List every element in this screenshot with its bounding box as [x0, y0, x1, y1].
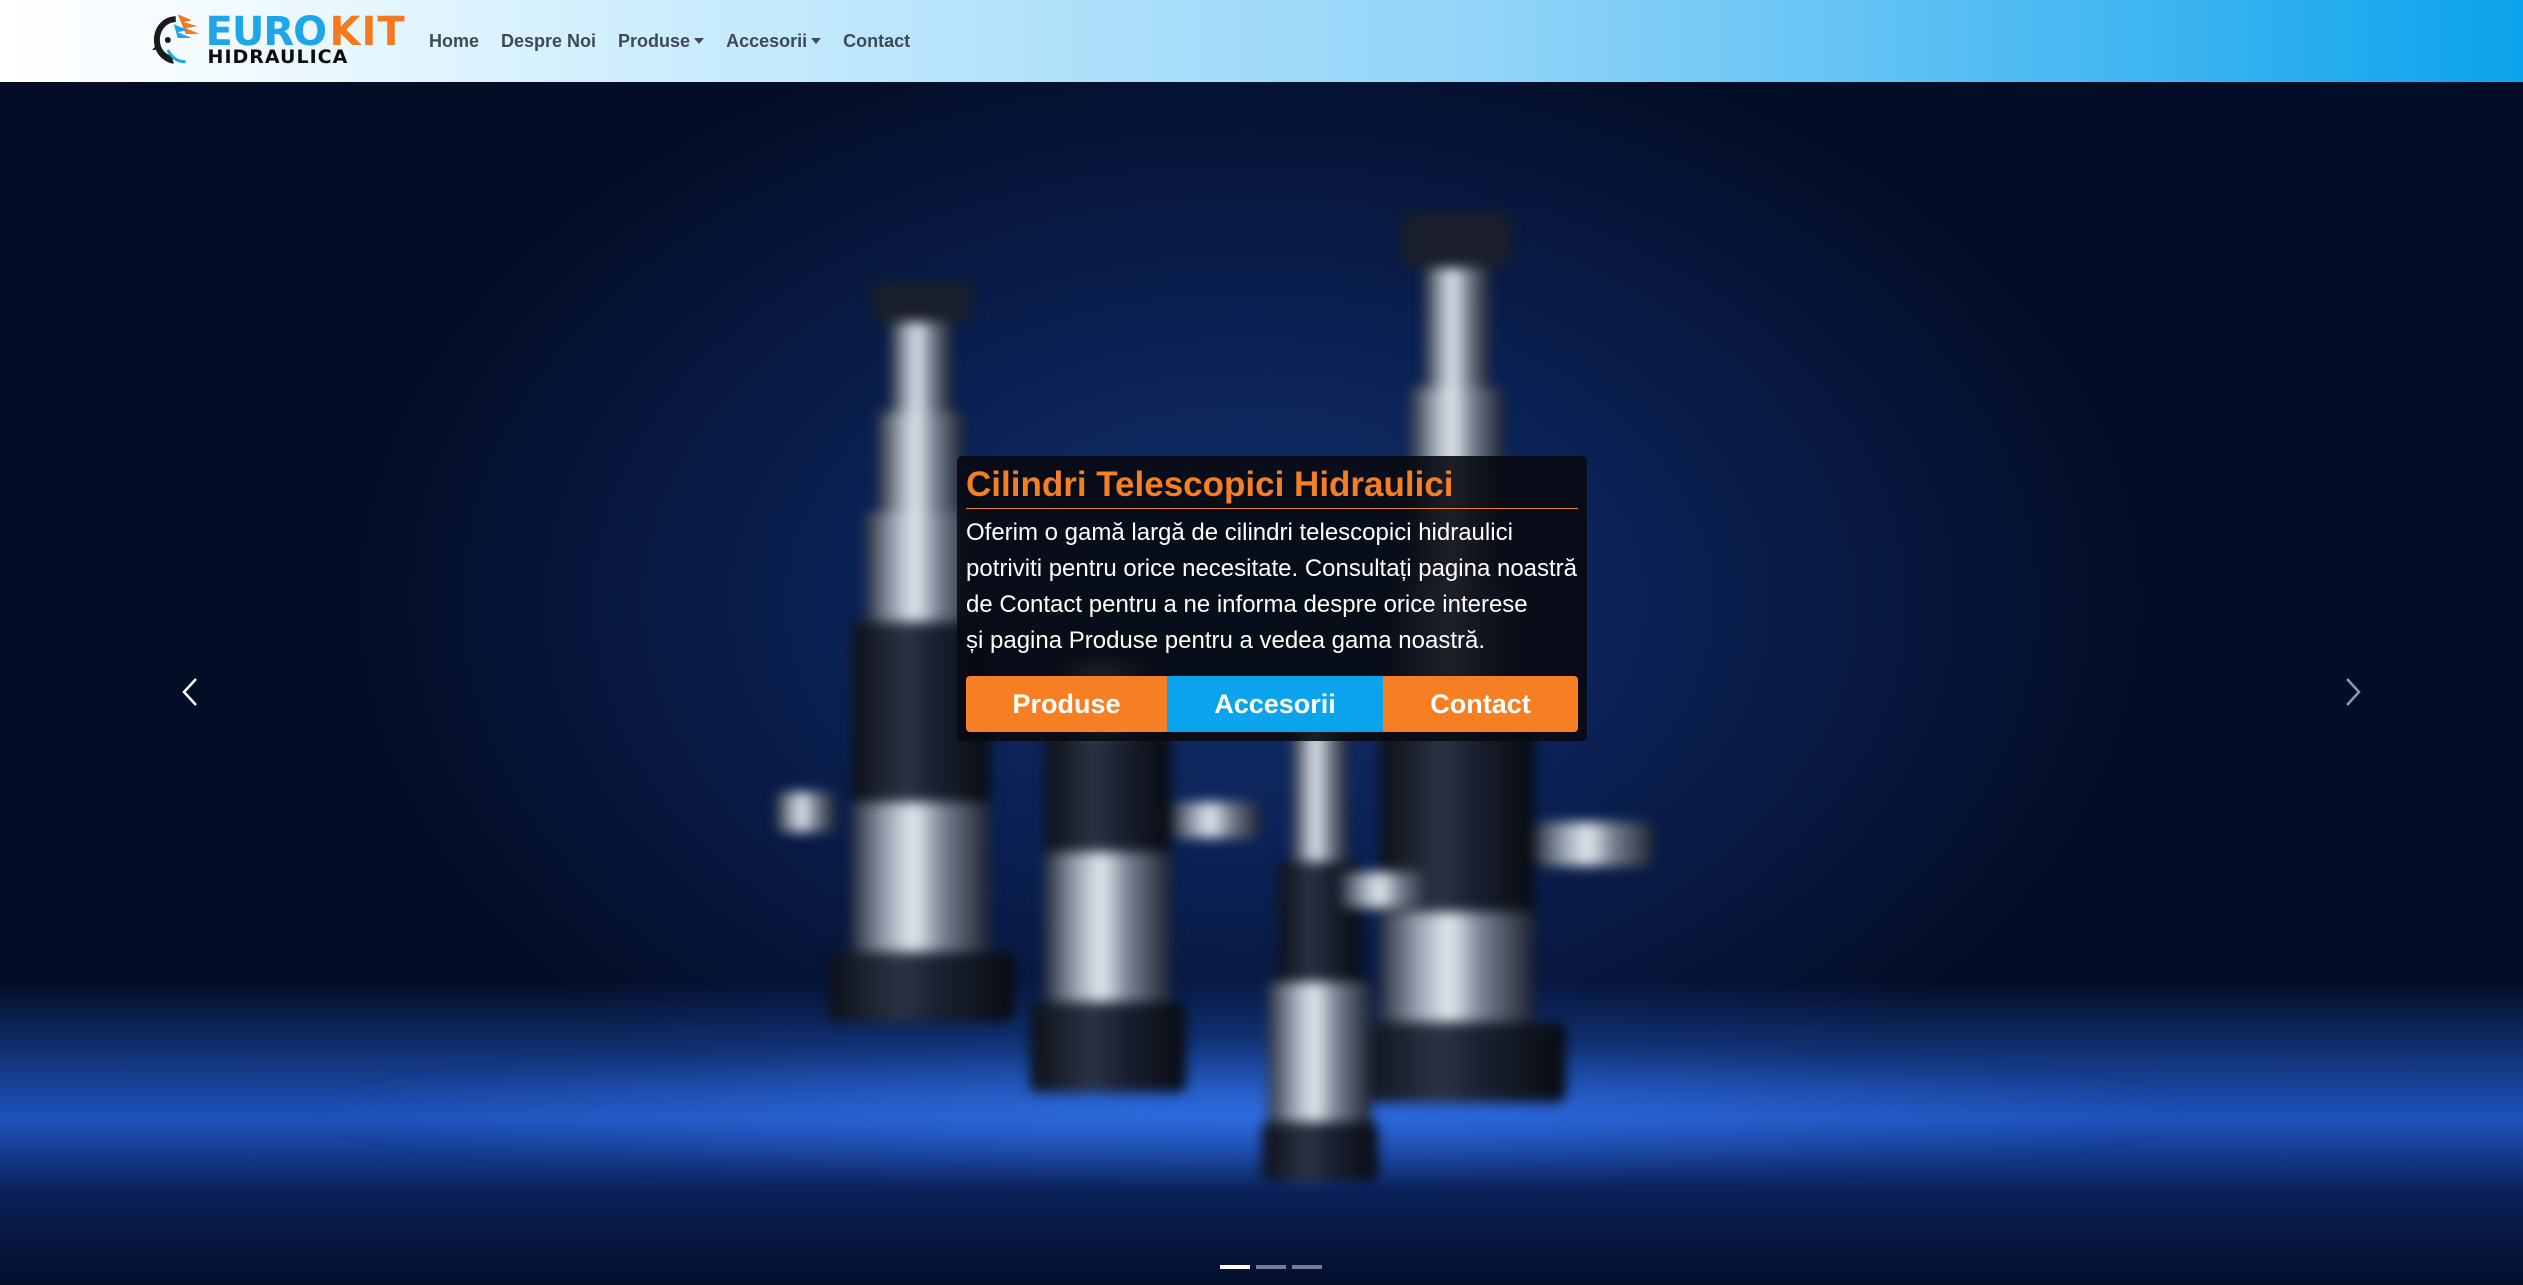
contact-button[interactable]: Contact [1383, 676, 1578, 732]
caret-down-icon [694, 38, 705, 44]
nav-item-label: Accesorii [726, 30, 808, 51]
carousel-caption: Cilindri Telescopici Hidraulici Oferim o… [957, 456, 1587, 741]
caret-down-icon [811, 38, 822, 44]
nav-item-label: Produse [618, 30, 691, 51]
brand-subtitle: HIDRAULICA [207, 46, 349, 68]
carousel-indicators [1220, 1265, 1322, 1269]
main-nav: Home Despre Noi Produse Accesorii Contac… [418, 0, 921, 82]
caption-button-group: Produse Accesorii Contact [966, 676, 1578, 732]
carousel-prev-button[interactable] [170, 667, 210, 717]
hero-carousel: Cilindri Telescopici Hidraulici Oferim o… [0, 82, 2523, 1285]
carousel-next-button[interactable] [2333, 667, 2373, 717]
navbar: EURO KIT HIDRAULICA Home Despre Noi Prod… [0, 0, 2523, 82]
carousel-indicator-3[interactable] [1292, 1265, 1322, 1269]
eagle-logo-icon [151, 14, 200, 64]
produse-button[interactable]: Produse [966, 676, 1167, 732]
nav-item-produse[interactable]: Produse [607, 31, 715, 52]
brand-wordmark: EURO KIT HIDRAULICA [206, 10, 405, 70]
chevron-right-icon [2346, 678, 2361, 706]
caption-title: Cilindri Telescopici Hidraulici [966, 464, 1578, 509]
chevron-left-icon [182, 678, 197, 706]
nav-item-label: Home [429, 30, 480, 51]
caption-line: potriviti pentru orice necesitate. Consu… [966, 555, 1578, 582]
caption-description: Oferim o gamă largă de cilindri telescop… [966, 515, 1578, 659]
caption-line: de Contact pentru a ne informa despre or… [966, 591, 1528, 618]
brand-logo[interactable]: EURO KIT HIDRAULICA [148, 10, 405, 70]
nav-item-label: Despre Noi [501, 30, 597, 51]
caption-line: Oferim o gamă largă de cilindri telescop… [966, 519, 1513, 546]
carousel-indicator-2[interactable] [1256, 1265, 1286, 1269]
caption-line: și pagina Produse pentru a vedea gama no… [966, 627, 1486, 654]
carousel-indicator-1[interactable] [1220, 1265, 1250, 1269]
nav-item-label: Contact [843, 30, 911, 51]
accesorii-button[interactable]: Accesorii [1167, 676, 1383, 732]
nav-item-accesorii[interactable]: Accesorii [715, 31, 832, 52]
nav-item-despre-noi[interactable]: Despre Noi [490, 31, 607, 52]
nav-item-contact[interactable]: Contact [832, 31, 921, 52]
nav-item-home[interactable]: Home [418, 31, 490, 52]
